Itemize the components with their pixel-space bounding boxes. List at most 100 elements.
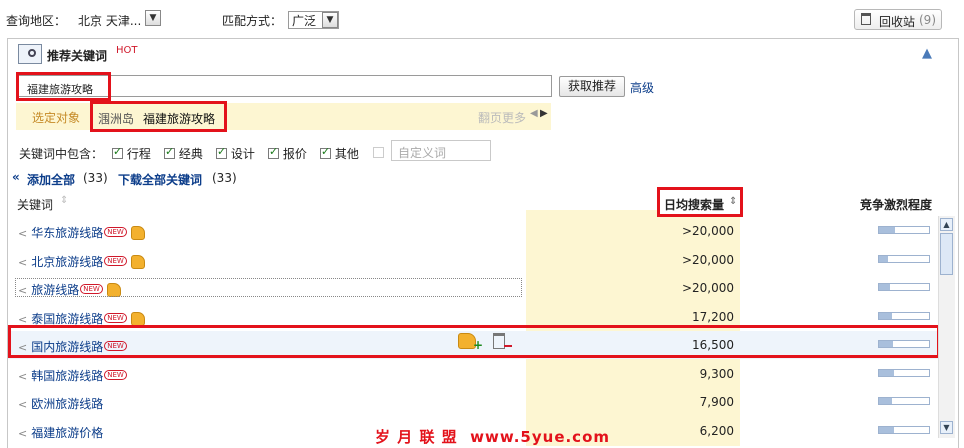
checkbox-checked-icon[interactable] — [216, 145, 227, 159]
add-arrow-icon[interactable]: < — [18, 370, 27, 383]
table-row[interactable]: < 韩国旅游线路 NEW 9,300 — [8, 360, 938, 388]
keyword-text: 韩国旅游线路 — [31, 368, 104, 383]
filter-jingdian[interactable]: 经典 — [164, 145, 203, 162]
chevron-down-icon: ▼ — [322, 12, 338, 28]
volume-cell: 9,300 — [699, 366, 734, 381]
match-select[interactable]: 广泛 ▼ — [288, 11, 339, 29]
new-badge: NEW — [104, 255, 127, 266]
selected-item[interactable]: 福建旅游攻略 — [143, 110, 215, 127]
watermark: 岁 月 联 盟 www.5yue.com — [375, 428, 611, 446]
competition-fill — [879, 227, 895, 233]
keyword-text: 欧洲旅游线路 — [31, 397, 104, 411]
more-pages-label: 翻页更多 — [478, 111, 527, 125]
keyword-text: 北京旅游线路 — [31, 254, 104, 269]
filter-sheji[interactable]: 设计 — [216, 145, 255, 162]
add-arrow-icon[interactable]: < — [18, 427, 27, 440]
custom-word-input[interactable]: 自定义词 — [391, 140, 491, 161]
table-row[interactable]: < 北京旅游线路 NEW >20,000 — [8, 246, 938, 274]
next-page-icon[interactable]: ▶ — [540, 108, 548, 119]
competition-bar — [878, 254, 930, 263]
double-left-icon: « — [12, 170, 20, 184]
filter-label: 经典 — [178, 147, 203, 161]
table-row[interactable]: < 欧洲旅游线路 7,900 — [8, 388, 938, 416]
scroll-up-icon[interactable]: ▲ — [940, 218, 953, 231]
keyword-text: 福建旅游价格 — [31, 425, 104, 440]
add-arrow-icon[interactable]: < — [18, 313, 27, 326]
advanced-link[interactable]: 高级 — [630, 79, 654, 96]
competition-bar — [878, 368, 930, 377]
filter-label: 其他 — [334, 147, 359, 161]
contains-label: 关键词中包含： — [19, 147, 104, 161]
sort-icon[interactable]: ⇕ — [60, 195, 68, 206]
checkbox-checked-icon[interactable] — [268, 145, 279, 159]
thumbs-up-icon — [130, 226, 145, 240]
hot-badge: HOT — [116, 45, 138, 56]
search-value: 福建旅游攻略 — [27, 83, 93, 96]
get-recommend-button[interactable]: 获取推荐 — [559, 76, 625, 97]
search-doc-icon — [18, 44, 42, 64]
checkbox-checked-icon[interactable] — [164, 145, 175, 159]
region-dropdown-icon[interactable]: ▼ — [145, 10, 161, 26]
keyword-cell[interactable]: < 泰国旅游线路 NEW — [18, 310, 145, 327]
collapse-icon[interactable]: ▲ — [922, 46, 932, 61]
volume-cell: 17,200 — [692, 309, 734, 324]
keyword-cell[interactable]: < 欧洲旅游线路 — [18, 395, 103, 412]
col-volume-header[interactable]: 日均搜索量 — [664, 196, 724, 213]
thumbs-up-icon — [130, 254, 145, 269]
col-competition-header[interactable]: 竞争激烈程度 — [860, 196, 932, 213]
filter-xingcheng[interactable]: 行程 — [112, 145, 151, 162]
recycle-label: 回收站 — [879, 15, 916, 29]
add-arrow-icon[interactable]: < — [18, 227, 27, 240]
plus-icon: + — [473, 338, 484, 352]
filter-label: 报价 — [282, 147, 307, 161]
competition-bar — [878, 226, 930, 234]
add-arrow-icon[interactable]: < — [18, 256, 27, 269]
volume-cell: >20,000 — [681, 224, 734, 238]
keyword-text: 泰国旅游线路 — [31, 311, 104, 326]
keyword-text: 华东旅游线路 — [31, 226, 104, 240]
match-label: 匹配方式： — [222, 14, 283, 28]
region-label: 查询地区： — [6, 14, 67, 28]
add-all-count: (33) — [83, 171, 108, 185]
download-all-link[interactable]: 下载全部关键词 — [118, 171, 202, 188]
filter-qita[interactable]: 其他 — [320, 145, 359, 162]
filter-baojia[interactable]: 报价 — [268, 145, 307, 162]
competition-bar — [878, 311, 930, 320]
custom-word-placeholder: 自定义词 — [398, 146, 447, 160]
highlight-search-term: 福建旅游攻略 — [16, 72, 111, 101]
selected-label: 选定对象 — [32, 111, 81, 125]
recycle-bin-button[interactable]: 回收站 (9) — [854, 9, 942, 30]
keyword-cell[interactable]: < 福建旅游价格 — [18, 424, 103, 441]
region-value[interactable]: 北京 天津... — [78, 12, 141, 29]
competition-bar — [878, 397, 930, 405]
new-badge: NEW — [104, 369, 127, 380]
scroll-thumb[interactable] — [940, 233, 953, 275]
add-arrow-icon[interactable]: < — [18, 398, 27, 411]
checkbox-checked-icon[interactable] — [320, 145, 331, 159]
checkbox-checked-icon[interactable] — [112, 145, 123, 159]
competition-fill — [879, 426, 894, 433]
selected-item[interactable]: 涠洲岛 — [98, 110, 134, 127]
custom-checkbox-icon[interactable] — [373, 147, 384, 158]
sort-desc-icon[interactable]: ⇕ — [729, 196, 737, 207]
highlight-volume-header: 日均搜索量 ⇕ — [657, 187, 743, 217]
keyword-cell[interactable]: < 北京旅游线路 NEW — [18, 253, 145, 270]
table-row[interactable]: < 华东旅游线路 NEW >20,000 — [8, 217, 938, 245]
competition-bar — [878, 283, 930, 291]
scrollbar[interactable]: ▲ ▼ — [938, 216, 955, 438]
scroll-down-icon[interactable]: ▼ — [940, 421, 953, 434]
keyword-cell[interactable]: < 韩国旅游线路 NEW — [18, 367, 127, 384]
keyword-cell[interactable]: < 华东旅游线路 NEW — [18, 224, 145, 241]
competition-fill — [879, 255, 888, 262]
focus-outline — [15, 278, 522, 297]
col-keyword-header[interactable]: 关键词 — [17, 196, 53, 213]
competition-fill — [879, 284, 890, 290]
volume-cell: 7,900 — [699, 395, 734, 409]
add-all-link[interactable]: 添加全部 — [27, 171, 75, 188]
volume-cell: >20,000 — [681, 281, 734, 295]
filter-label: 设计 — [230, 147, 255, 161]
prev-page-icon[interactable]: ◀ — [530, 108, 538, 119]
top-bar: 查询地区： 北京 天津... ▼ 匹配方式： 广泛 ▼ 回收站 (9) — [0, 0, 964, 38]
download-count: (33) — [212, 171, 237, 185]
minus-icon — [504, 345, 512, 347]
